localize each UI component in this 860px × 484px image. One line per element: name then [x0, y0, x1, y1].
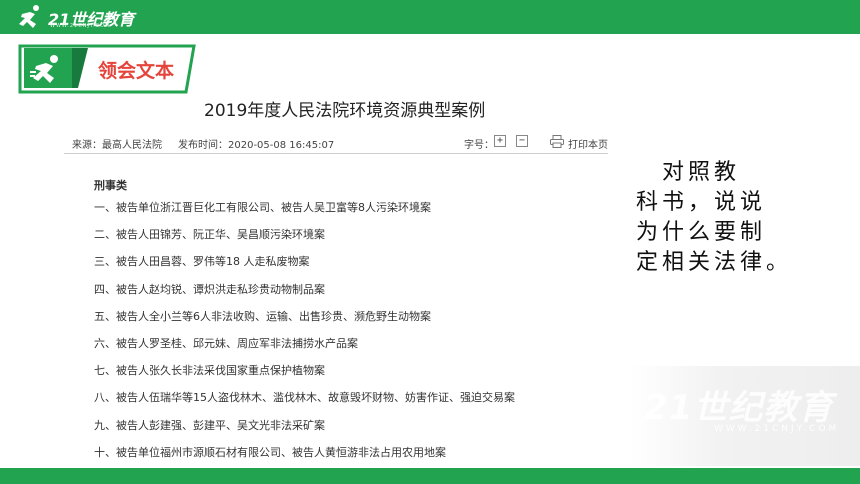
prompt-line: 对照教: [636, 160, 741, 185]
publish-time: 发布时间：2020-05-08 16:45:07: [178, 140, 335, 151]
print-link[interactable]: 打印本页: [568, 136, 608, 151]
brand-logo: 21世纪教育 WWW.21CNJY.COM: [16, 4, 134, 30]
runner-icon: [30, 55, 58, 83]
category-heading: 刑事类: [94, 179, 127, 192]
font-size-label: 字号：: [464, 140, 494, 151]
logo-subtext: WWW.21CNJY.COM: [50, 23, 111, 29]
prompt-line: 定相关法律。: [636, 250, 793, 275]
case-list: 一、被告单位浙江晋巨化工有限公司、被告人吴卫富等8人污染环境案 二、被告人田锦芳…: [94, 201, 554, 473]
footer-bar: [0, 468, 860, 484]
case-item[interactable]: 六、被告人罗圣桂、邱元妹、周应军非法捕捞水产品案: [94, 337, 554, 364]
section-label: 领会文本: [98, 60, 175, 82]
prompt-line: 科书，说说: [636, 190, 767, 215]
prompt-line: 为什么要制: [636, 220, 767, 245]
document-title: 2019年度人民法院环境资源典型案例: [204, 101, 486, 121]
runner-logo-icon: [19, 5, 39, 28]
discussion-prompt: 对照教 科书，说说 为什么要制 定相关法律。: [636, 158, 836, 278]
case-item[interactable]: 一、被告单位浙江晋巨化工有限公司、被告人吴卫富等8人污染环境案: [94, 201, 554, 228]
case-item[interactable]: 四、被告人赵均锐、谭炽洪走私珍贵动物制品案: [94, 283, 554, 310]
source-text: 来源：最高人民法院: [72, 140, 162, 151]
case-item[interactable]: 八、被告人伍瑞华等15人盗伐林木、滥伐林木、故意毁坏财物、妨害作证、强迫交易案: [94, 391, 554, 418]
font-increase-button[interactable]: +: [494, 135, 506, 147]
case-item[interactable]: 九、被告人彭建强、彭建平、吴文光非法采矿案: [94, 419, 554, 446]
document-meta: 来源：最高人民法院 发布时间：2020-05-08 16:45:07 字号： +…: [72, 135, 608, 151]
case-item[interactable]: 三、被告人田昌蓉、罗伟等18 人走私废物案: [94, 255, 554, 282]
watermark-text: 21世纪教育: [644, 388, 834, 428]
header-bar: 21世纪教育 WWW.21CNJY.COM: [0, 0, 860, 34]
font-decrease-button[interactable]: −: [516, 135, 528, 147]
watermark-subtext: WWW.21CNJY.COM: [714, 424, 840, 434]
printer-icon[interactable]: [550, 135, 564, 148]
watermark: 21世纪教育 WWW.21CNJY.COM: [630, 366, 860, 466]
case-item[interactable]: 七、被告人张久长非法采伐国家重点保护植物案: [94, 364, 554, 391]
case-item[interactable]: 五、被告人全小兰等6人非法收购、运输、出售珍贵、濒危野生动物案: [94, 310, 554, 337]
section-tab: 领会文本: [16, 44, 198, 94]
case-item[interactable]: 二、被告人田锦芳、阮正华、吴昌顺污染环境案: [94, 228, 554, 255]
divider: [64, 153, 608, 154]
